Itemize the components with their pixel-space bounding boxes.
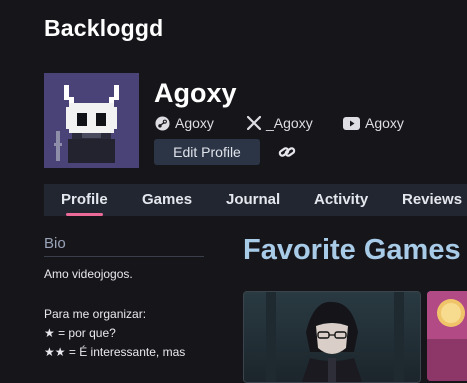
site-logo[interactable]: Backloggd [44,15,163,42]
tab-activity[interactable]: Activity [314,184,368,216]
steam-handle: Agoxy [175,115,214,131]
social-link-steam[interactable]: Agoxy [155,114,214,132]
bio-line: Para me organizar: [44,307,147,321]
youtube-icon [343,116,360,130]
x-handle: _Agoxy [266,115,313,131]
tab-games[interactable]: Games [142,184,192,216]
bio-heading: Bio [44,235,66,252]
steam-icon [155,115,170,131]
favorite-game-cover[interactable] [243,291,421,383]
tab-journal[interactable]: Journal [226,184,280,216]
x-icon [247,116,261,130]
bio-line: Amo videojogos. [44,267,133,281]
favorite-games-heading: Favorite Games [243,234,461,266]
youtube-handle: Agoxy [365,115,404,131]
tab-profile[interactable]: Profile [61,184,108,216]
avatar [44,73,139,168]
bio-divider [44,256,204,257]
bio-line: ★ = por que? [44,326,116,340]
profile-nav: Profile Games Journal Activity Reviews [44,184,467,216]
link-icon[interactable] [278,144,296,160]
active-tab-indicator [66,213,103,216]
edit-profile-button[interactable]: Edit Profile [154,139,260,165]
social-link-youtube[interactable]: Agoxy [343,114,404,132]
tab-reviews[interactable]: Reviews [402,184,462,216]
bio-line: ★★ = É interessante, mas [44,345,186,359]
social-link-x[interactable]: _Agoxy [247,114,313,132]
profile-username: Agoxy [154,78,237,108]
favorite-game-cover[interactable] [427,291,467,381]
